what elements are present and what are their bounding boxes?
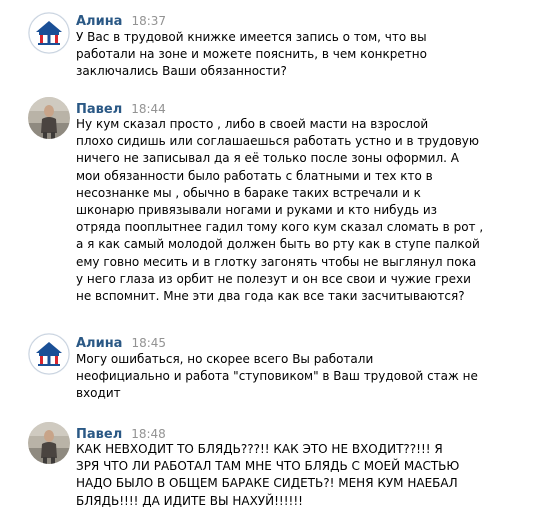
pension-fund-logo-avatar[interactable] [28, 333, 70, 375]
user-photo-icon [28, 422, 70, 464]
pension-fund-logo-icon [28, 333, 70, 375]
message-time[interactable]: 18:37 [131, 14, 166, 28]
pension-fund-logo-icon [28, 12, 70, 54]
message-time[interactable]: 18:45 [131, 336, 166, 350]
message-text: У Вас в трудовой книжке имеется запись о… [76, 30, 427, 79]
user-photo-avatar[interactable] [28, 422, 70, 464]
message-time[interactable]: 18:48 [131, 427, 166, 441]
message-text: Ну кум сказал просто , либо в своей маст… [76, 117, 484, 304]
author-name[interactable]: Павел [76, 102, 122, 117]
message-time[interactable]: 18:44 [131, 102, 166, 116]
message-text: КАК НЕВХОДИТ ТО БЛЯДЬ???!! КАК ЭТО НЕ ВХ… [76, 442, 460, 508]
author-name[interactable]: Алина [76, 336, 122, 351]
user-photo-icon [28, 97, 70, 139]
author-name[interactable]: Павел [76, 427, 122, 442]
message-text: Могу ошибаться, но скорее всего Вы работ… [76, 352, 478, 401]
author-name[interactable]: Алина [76, 14, 122, 29]
user-photo-avatar[interactable] [28, 97, 70, 139]
pension-fund-logo-avatar[interactable] [28, 12, 70, 54]
